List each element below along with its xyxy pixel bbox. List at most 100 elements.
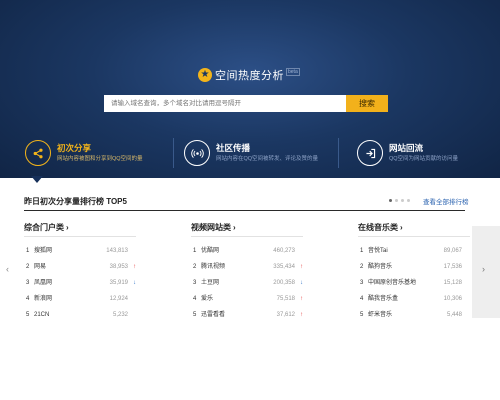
return-icon (357, 140, 383, 166)
site-name: 凤凰网 (34, 280, 53, 286)
site-name: 21CN (34, 312, 50, 318)
share-count: 5,232 (112, 312, 128, 318)
tab-desc: 网站内容被图和分享到QQ空间的量 (57, 156, 143, 162)
column-music: 在线音乐类 › 1 音悦Tai 89,067 2 酷狗音乐 17,536 3 中国原创音乐基地 1… (358, 222, 470, 323)
tab-desc: QQ空间为网站贡献的访问量 (389, 156, 459, 162)
search-input[interactable] (104, 95, 346, 112)
list-item[interactable]: 5 21CN 5,232 (24, 307, 136, 323)
column-title[interactable]: 在线音乐类 › (358, 222, 470, 233)
site-name: 新浪网 (34, 296, 53, 302)
ranking-title: 昨日初次分享量排行榜 TOP5 (24, 197, 127, 206)
site-name: 音悦Tai (368, 248, 388, 254)
column-title-label: 在线音乐类 (358, 223, 398, 232)
tab-title: 初次分享 (57, 143, 92, 153)
rank-number: 5 (360, 312, 364, 318)
active-tab-pointer (31, 176, 43, 183)
site-name: 酷狗音乐 (368, 264, 393, 270)
share-count: 89,067 (443, 248, 462, 254)
list-item[interactable]: 1 音悦Tai 89,067 (358, 243, 470, 259)
site-name: 酷我音乐盒 (368, 296, 399, 302)
tab-community[interactable]: 社区传播 网站内容在QQ空间被转发、评论及赞的量 (184, 128, 318, 178)
list-item[interactable]: 5 迅雷看看 37,612 ↑ (191, 307, 303, 323)
arrow-down-icon: ↓ (133, 280, 136, 286)
rank-number: 3 (360, 280, 364, 286)
share-count: 12,924 (109, 296, 128, 302)
carousel-dot[interactable] (407, 199, 410, 202)
rank-number: 2 (26, 264, 30, 270)
next-panel[interactable]: › (472, 226, 500, 318)
site-name: 虾米音乐 (368, 312, 393, 318)
rank-number: 5 (26, 312, 30, 318)
rank-number: 3 (26, 280, 30, 286)
rank-number: 5 (193, 312, 197, 318)
broadcast-icon (184, 140, 210, 166)
divider (24, 236, 136, 237)
next-arrow-icon[interactable]: › (482, 264, 485, 274)
carousel-dots[interactable] (389, 199, 410, 202)
column-title-label: 视频网站类 (191, 223, 231, 232)
tab-title: 社区传播 (216, 143, 251, 153)
list-item[interactable]: 4 酷我音乐盒 10,306 (358, 291, 470, 307)
carousel-dot[interactable] (395, 199, 398, 202)
tab-title: 网站回流 (389, 143, 424, 153)
list-item[interactable]: 5 虾米音乐 5,448 (358, 307, 470, 323)
beta-badge: beta (286, 68, 300, 76)
carousel-dot[interactable] (401, 199, 404, 202)
list-item[interactable]: 1 优酷网 460,273 (191, 243, 303, 259)
rank-number: 2 (360, 264, 364, 270)
brand: ★ 空间热度分析 beta (198, 66, 300, 84)
rank-number: 2 (193, 264, 197, 270)
arrow-up-icon: ↑ (300, 296, 303, 302)
chevron-right-icon: › (66, 223, 69, 232)
tab-initial-share[interactable]: 初次分享 网站内容被图和分享到QQ空间的量 (25, 128, 143, 178)
share-count: 200,358 (273, 280, 295, 286)
search-button[interactable]: 搜索 (346, 95, 388, 112)
site-name: 网易 (34, 264, 47, 270)
prev-arrow-icon[interactable]: ‹ (6, 264, 9, 274)
list-item[interactable]: 3 土豆网 200,358 ↓ (191, 275, 303, 291)
column-portal: 综合门户类 › 1 搜狐网 143,813 2 网易 38,953 ↑ 3 凤凰网 35,919 ↓ 4… (24, 222, 136, 323)
share-count: 5,448 (446, 312, 462, 318)
rank-number: 1 (193, 248, 197, 254)
share-icon (25, 140, 51, 166)
list-item[interactable]: 2 网易 38,953 ↑ (24, 259, 136, 275)
site-name: 爱乐 (201, 296, 214, 302)
list-item[interactable]: 4 爱乐 75,518 ↑ (191, 291, 303, 307)
share-count: 143,813 (106, 248, 128, 254)
share-count: 35,919 (109, 280, 128, 286)
arrow-up-icon: ↑ (300, 264, 303, 270)
arrow-up-icon: ↑ (300, 312, 303, 318)
list-item[interactable]: 2 酷狗音乐 17,536 (358, 259, 470, 275)
list-item[interactable]: 4 新浪网 12,924 (24, 291, 136, 307)
share-count: 335,434 (273, 264, 295, 270)
hero-banner: ★ 空间热度分析 beta 搜索 初次分享 网站内容被图和分享到QQ空间的量 社… (0, 0, 500, 178)
share-count: 15,128 (443, 280, 462, 286)
divider (191, 236, 303, 237)
share-count: 37,612 (276, 312, 295, 318)
divider (358, 236, 470, 237)
app-title: 空间热度分析 (215, 70, 284, 82)
rank-number: 4 (360, 296, 364, 302)
column-video: 视频网站类 › 1 优酷网 460,273 2 腾讯视频 335,434 ↑ 3 土豆网 200,3… (191, 222, 303, 323)
column-title-label: 综合门户类 (24, 223, 64, 232)
divider (24, 210, 465, 211)
rank-number: 3 (193, 280, 197, 286)
rank-number: 1 (360, 248, 364, 254)
site-name: 搜狐网 (34, 248, 53, 254)
column-title[interactable]: 综合门户类 › (24, 222, 136, 233)
site-name: 土豆网 (201, 280, 220, 286)
arrow-up-icon: ↑ (133, 264, 136, 270)
tab-return[interactable]: 网站回流 QQ空间为网站贡献的访问量 (357, 128, 458, 178)
site-name: 迅雷看看 (201, 312, 226, 318)
rank-number: 1 (26, 248, 30, 254)
divider (338, 138, 339, 168)
carousel-dot[interactable] (389, 199, 392, 202)
list-item[interactable]: 1 搜狐网 143,813 (24, 243, 136, 259)
share-count: 460,273 (273, 248, 295, 254)
list-item[interactable]: 3 中国原创音乐基地 15,128 (358, 275, 470, 291)
view-all-rankings-link[interactable]: 查看全部排行榜 (423, 196, 469, 206)
list-item[interactable]: 3 凤凰网 35,919 ↓ (24, 275, 136, 291)
list-item[interactable]: 2 腾讯视频 335,434 ↑ (191, 259, 303, 275)
rank-number: 4 (193, 296, 197, 302)
column-title[interactable]: 视频网站类 › (191, 222, 303, 233)
